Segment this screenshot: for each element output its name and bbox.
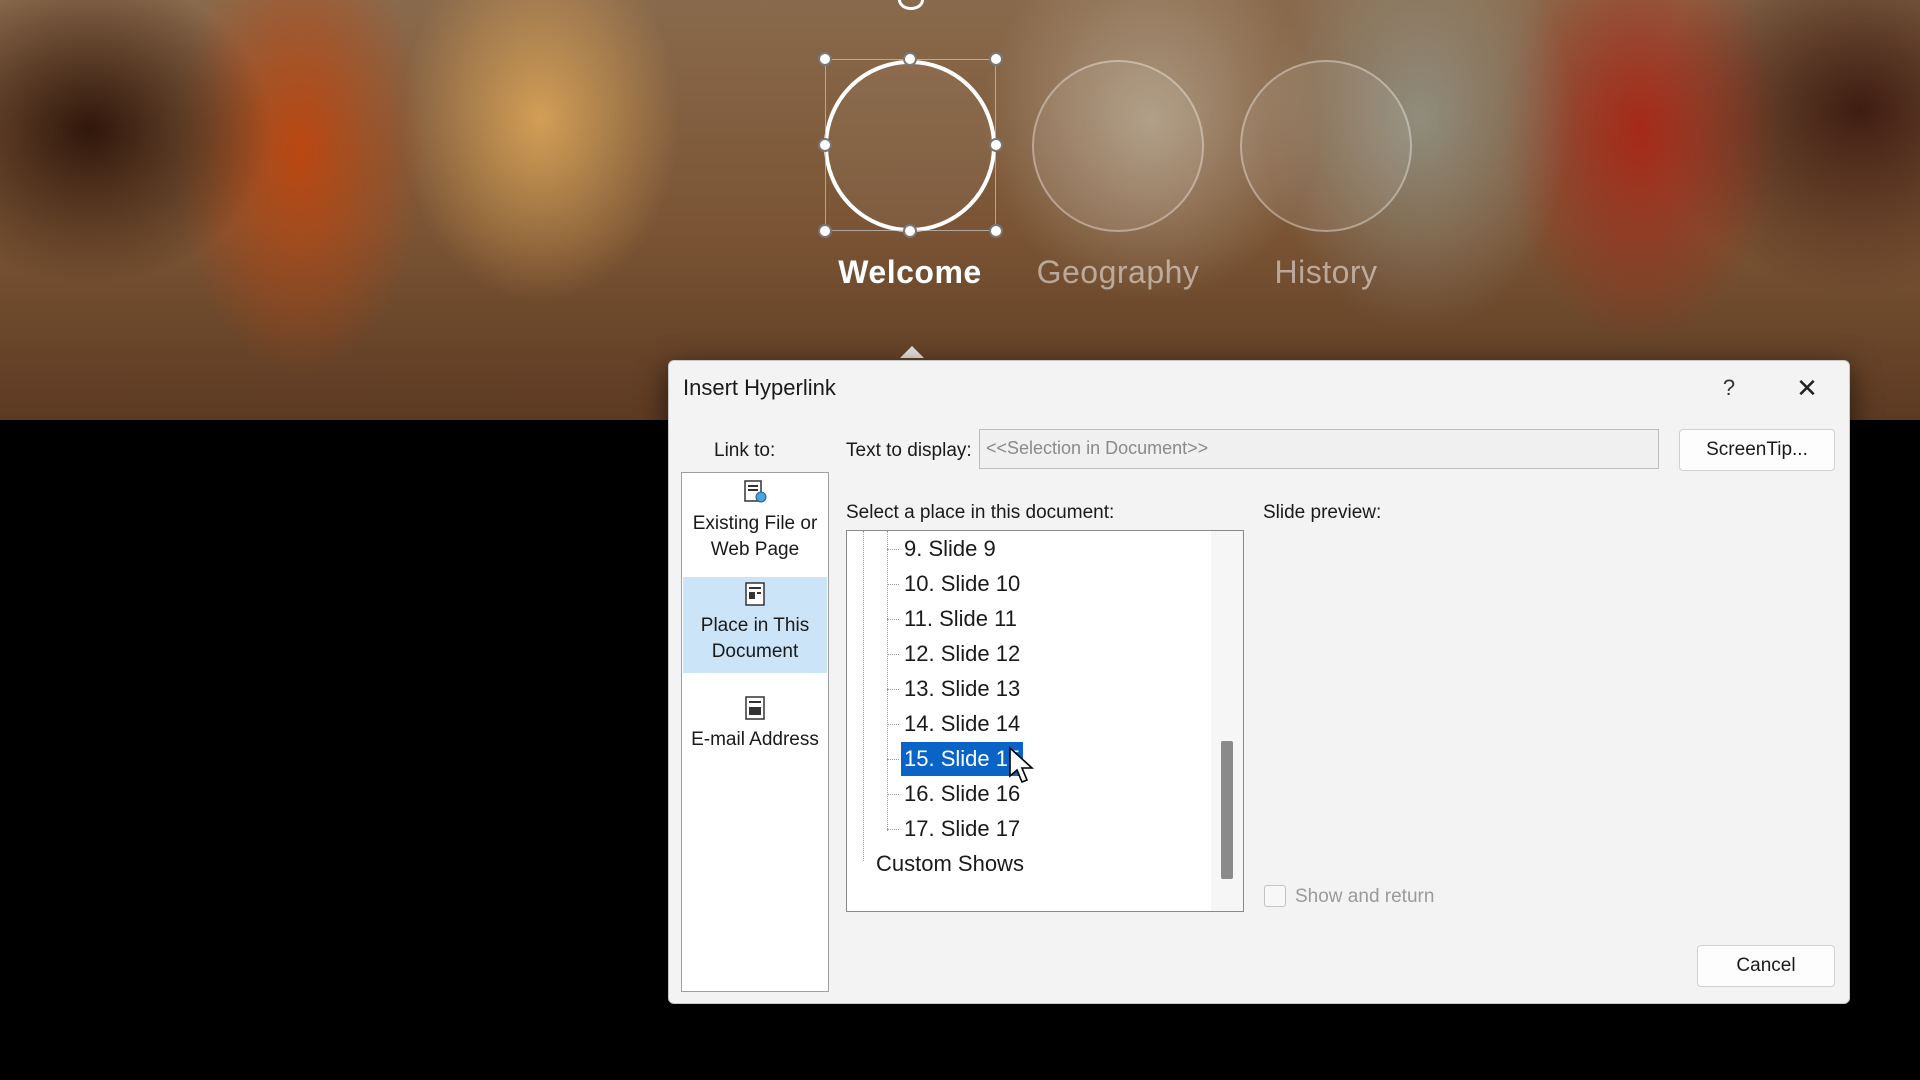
nav-label-history[interactable]: History bbox=[1216, 254, 1436, 291]
tree-item-slide-12[interactable]: 12. Slide 12 bbox=[901, 637, 1023, 671]
resize-handle-right[interactable] bbox=[989, 138, 1003, 152]
link-place-in-document[interactable]: Place in This Document bbox=[683, 577, 827, 673]
link-to-label: Link to: bbox=[714, 440, 776, 461]
link-email-address-label: E-mail Address bbox=[691, 729, 819, 750]
show-and-return-checkbox[interactable] bbox=[1264, 885, 1286, 907]
link-email-address[interactable]: E-mail Address bbox=[683, 695, 827, 765]
web-page-icon bbox=[744, 480, 767, 503]
tree-item-custom-shows[interactable]: Custom Shows bbox=[876, 847, 1024, 881]
nav-circle-geography[interactable] bbox=[1032, 60, 1204, 232]
link-existing-file[interactable]: Existing File or Web Page bbox=[683, 477, 827, 573]
resize-handle-top-left[interactable] bbox=[818, 52, 832, 66]
tree-item-slide-16[interactable]: 16. Slide 16 bbox=[901, 777, 1023, 811]
tree-tick bbox=[887, 654, 899, 655]
resize-handle-bottom-left[interactable] bbox=[818, 224, 832, 238]
resize-handle-bottom[interactable] bbox=[903, 224, 917, 238]
tree-connector bbox=[887, 531, 888, 831]
tree-tick bbox=[887, 689, 899, 690]
tree-item-slide-10[interactable]: 10. Slide 10 bbox=[901, 567, 1023, 601]
tree-tick bbox=[887, 759, 899, 760]
tree-scrollbar[interactable] bbox=[1211, 531, 1243, 911]
nav-circle-history[interactable] bbox=[1240, 60, 1412, 232]
email-icon bbox=[745, 696, 765, 720]
resize-handle-top[interactable] bbox=[903, 52, 917, 66]
tree-tick bbox=[887, 829, 899, 830]
tree-tick bbox=[887, 549, 899, 550]
tree-tick bbox=[887, 794, 899, 795]
help-button[interactable]: ? bbox=[1709, 371, 1749, 405]
document-place-tree[interactable]: 9. Slide 9 10. Slide 10 11. Slide 11 12.… bbox=[846, 530, 1244, 912]
select-place-label: Select a place in this document: bbox=[846, 502, 1115, 523]
text-to-display-input[interactable]: <<Selection in Document>> bbox=[979, 429, 1659, 469]
link-place-in-document-label: Place in This Document bbox=[700, 615, 810, 662]
dialog-title: Insert Hyperlink bbox=[683, 375, 836, 400]
close-button[interactable]: ✕ bbox=[1787, 371, 1827, 405]
document-place-icon bbox=[745, 582, 765, 606]
screentip-button[interactable]: ScreenTip... bbox=[1679, 429, 1835, 471]
tree-tick bbox=[887, 619, 899, 620]
insert-hyperlink-dialog: Insert Hyperlink ? ✕ Link to: Existing F… bbox=[668, 360, 1850, 1004]
resize-handle-bottom-right[interactable] bbox=[989, 224, 1003, 238]
nav-label-welcome[interactable]: Welcome bbox=[800, 254, 1020, 291]
selection-box bbox=[825, 59, 996, 231]
tree-scroll-thumb[interactable] bbox=[1221, 741, 1233, 879]
slide-preview-label: Slide preview: bbox=[1263, 502, 1382, 523]
tree-item-slide-17[interactable]: 17. Slide 17 bbox=[901, 812, 1023, 846]
nav-label-geography[interactable]: Geography bbox=[1008, 254, 1228, 291]
tree-item-slide-13[interactable]: 13. Slide 13 bbox=[901, 672, 1023, 706]
tree-tick bbox=[887, 584, 899, 585]
link-to-panel: Existing File or Web Page Place in This … bbox=[681, 472, 829, 992]
nav-caret-icon bbox=[900, 346, 924, 358]
resize-handle-top-right[interactable] bbox=[989, 52, 1003, 66]
tree-item-slide-9[interactable]: 9. Slide 9 bbox=[901, 532, 999, 566]
link-existing-file-label: Existing File or Web Page bbox=[692, 513, 818, 560]
tree-connector bbox=[863, 531, 864, 861]
tree-item-slide-14[interactable]: 14. Slide 14 bbox=[901, 707, 1023, 741]
resize-handle-left[interactable] bbox=[818, 138, 832, 152]
text-to-display-label: Text to display: bbox=[846, 440, 972, 461]
mouse-pointer-icon bbox=[1009, 746, 1035, 784]
tree-item-slide-11[interactable]: 11. Slide 11 bbox=[901, 602, 1020, 636]
show-and-return-label: Show and return bbox=[1295, 886, 1435, 907]
tree-item-slide-15[interactable]: 15. Slide 15 bbox=[901, 742, 1024, 776]
cancel-button[interactable]: Cancel bbox=[1697, 945, 1835, 987]
tree-tick bbox=[887, 724, 899, 725]
